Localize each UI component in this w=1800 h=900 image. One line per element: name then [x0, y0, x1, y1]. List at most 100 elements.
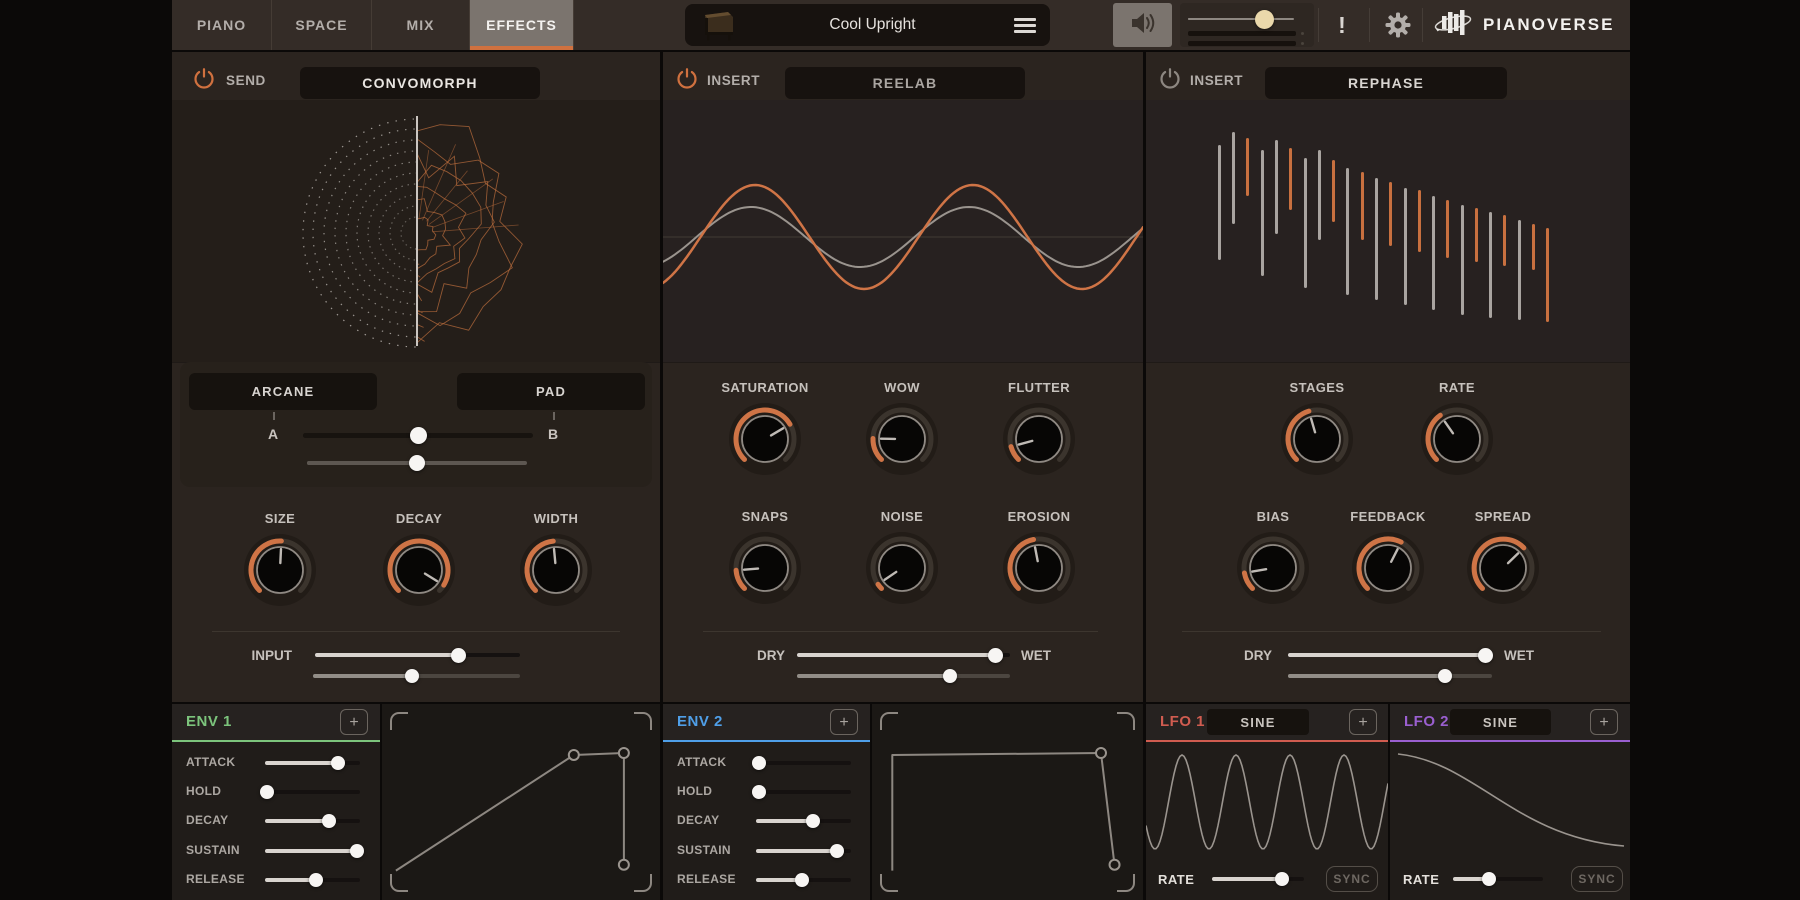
slider-thumb[interactable] [405, 669, 419, 683]
convomorph-visualizer [172, 100, 660, 363]
decay-slider[interactable] [265, 819, 360, 823]
dry-wet-secondary-slider[interactable] [1288, 674, 1492, 678]
env-title: ENV 2 [677, 713, 723, 730]
add-button[interactable]: + [1590, 709, 1618, 735]
menu-icon[interactable] [1014, 18, 1036, 36]
rate-slider[interactable] [1453, 877, 1543, 881]
decay-slider[interactable] [756, 819, 851, 823]
slider-thumb[interactable] [409, 455, 425, 471]
panel-reelab: INSERT REELAB DRY WET SATURATIONWOWFLUTT… [663, 52, 1143, 702]
knob-feedback[interactable] [1348, 528, 1428, 608]
env1-section: ENV 1 + ATTACKHOLDDECAYSUSTAINRELEASE [172, 704, 380, 900]
release-slider[interactable] [756, 878, 851, 882]
rate-slider[interactable] [1212, 877, 1304, 881]
lfo-shape-button[interactable]: SINE [1207, 709, 1309, 735]
effect-title-button[interactable]: CONVOMORPH [300, 67, 540, 99]
add-button[interactable]: + [340, 709, 368, 735]
knob-decay[interactable] [379, 530, 459, 610]
input-secondary-slider[interactable] [313, 674, 520, 678]
envelope-node[interactable] [1110, 860, 1120, 870]
morph-slider[interactable] [303, 433, 533, 438]
input-slider[interactable] [315, 653, 520, 657]
tab-piano[interactable]: PIANO [172, 0, 272, 50]
knob-saturation[interactable] [725, 399, 805, 479]
knob-width[interactable] [516, 530, 596, 610]
dry-wet-slider[interactable] [797, 653, 1010, 657]
alert-icon[interactable]: ! [1322, 0, 1362, 50]
env1-graph[interactable] [382, 704, 660, 900]
slider-thumb[interactable] [988, 648, 1003, 663]
tab-mix[interactable]: MIX [372, 0, 470, 50]
add-button[interactable]: + [830, 709, 858, 735]
slider-thumb[interactable] [752, 756, 766, 770]
attack-slider[interactable] [265, 761, 360, 765]
knob-erosion[interactable] [999, 528, 1079, 608]
dry-wet-secondary-slider[interactable] [797, 674, 1010, 678]
slider-thumb[interactable] [322, 814, 336, 828]
knob-snaps[interactable] [725, 528, 805, 608]
slider-thumb[interactable] [795, 873, 809, 887]
slider-thumb[interactable] [410, 427, 427, 444]
knob-label-spread: SPREAD [1433, 509, 1573, 524]
knob-noise[interactable] [862, 528, 942, 608]
slider-thumb[interactable] [1438, 669, 1452, 683]
add-button[interactable]: + [1349, 709, 1377, 735]
slider-thumb[interactable] [806, 814, 820, 828]
knob-stages[interactable] [1277, 399, 1357, 479]
tab-effects[interactable]: EFFECTS [470, 0, 574, 50]
gear-icon[interactable] [1384, 11, 1412, 44]
volume-slider[interactable] [1188, 18, 1294, 21]
attack-slider[interactable] [756, 761, 851, 765]
slider-thumb[interactable] [309, 873, 323, 887]
speaker-icon [1128, 10, 1158, 41]
power-icon[interactable] [675, 66, 699, 95]
knob-size[interactable] [240, 530, 320, 610]
slider-thumb[interactable] [350, 844, 364, 858]
slider-thumb[interactable] [331, 756, 345, 770]
power-icon[interactable] [192, 66, 216, 95]
slider-thumb[interactable] [752, 785, 766, 799]
sustain-slider[interactable] [756, 849, 851, 853]
speaker-button[interactable] [1113, 3, 1172, 47]
source-b-button[interactable]: PAD [457, 373, 645, 410]
slider-thumb[interactable] [1482, 872, 1496, 886]
slider-thumb[interactable] [451, 648, 466, 663]
slider-thumb[interactable] [943, 669, 957, 683]
envelope-node[interactable] [619, 748, 629, 758]
morph-depth-slider[interactable] [307, 461, 527, 465]
hold-slider[interactable] [265, 790, 360, 794]
preset-selector[interactable]: Cool Upright [685, 4, 1050, 46]
knob-bias[interactable] [1233, 528, 1313, 608]
piano-thumbnail-icon [695, 8, 739, 47]
slider-thumb[interactable] [1478, 648, 1493, 663]
sustain-slider[interactable] [265, 849, 360, 853]
slider-thumb[interactable] [1255, 10, 1274, 29]
slider-thumb[interactable] [830, 844, 844, 858]
effect-title-button[interactable]: REELAB [785, 67, 1025, 99]
source-a-button[interactable]: ARCANE [189, 373, 377, 410]
knob-rate[interactable] [1417, 399, 1497, 479]
envelope-node[interactable] [1096, 748, 1106, 758]
envelope-node[interactable] [569, 750, 579, 760]
hold-slider[interactable] [756, 790, 851, 794]
effect-title-button[interactable]: REPHASE [1265, 67, 1507, 99]
power-icon[interactable] [1158, 66, 1182, 95]
mode-label: INSERT [1190, 73, 1243, 88]
logo-keys-icon [1434, 7, 1476, 44]
slider-fill [265, 819, 329, 823]
dry-wet-slider[interactable] [1288, 653, 1492, 657]
release-slider[interactable] [265, 878, 360, 882]
lfo-shape-button[interactable]: SINE [1450, 709, 1551, 735]
sync-button[interactable]: SYNC [1571, 866, 1623, 892]
knob-wow[interactable] [862, 399, 942, 479]
knob-spread[interactable] [1463, 528, 1543, 608]
sync-button[interactable]: SYNC [1326, 866, 1378, 892]
knob-label-width: WIDTH [486, 511, 626, 526]
env2-graph[interactable] [872, 704, 1143, 900]
tab-space[interactable]: SPACE [272, 0, 372, 50]
envelope-node[interactable] [619, 860, 629, 870]
slider-thumb[interactable] [1275, 872, 1289, 886]
morph-box: ARCANE PAD A B [180, 362, 652, 487]
knob-flutter[interactable] [999, 399, 1079, 479]
slider-thumb[interactable] [260, 785, 274, 799]
